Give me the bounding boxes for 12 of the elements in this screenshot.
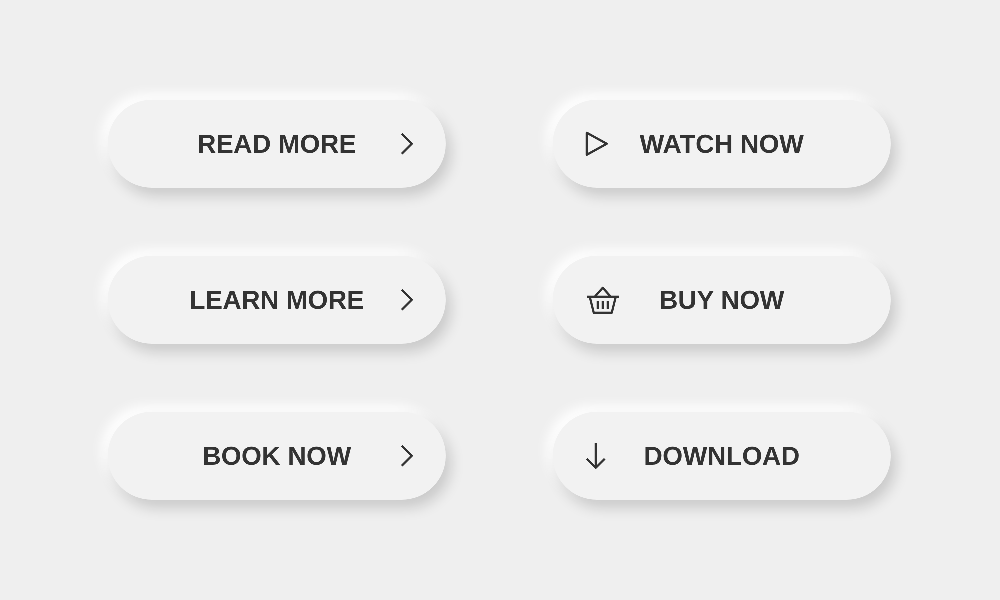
basket-icon	[585, 285, 621, 315]
button[interactable]: WATCH NOW	[553, 100, 891, 188]
down-arrow-icon	[585, 441, 607, 471]
button[interactable]: BUY NOW	[553, 256, 891, 344]
button[interactable]: DOWNLOAD	[553, 412, 891, 500]
chevron-right-icon	[400, 444, 414, 468]
chevron-right-icon	[400, 288, 414, 312]
button[interactable]: LEARN MORE	[108, 256, 446, 344]
button[interactable]: READ MORE	[108, 100, 446, 188]
play-icon	[585, 131, 609, 157]
button[interactable]: BOOK NOW	[108, 412, 446, 500]
chevron-right-icon	[400, 132, 414, 156]
